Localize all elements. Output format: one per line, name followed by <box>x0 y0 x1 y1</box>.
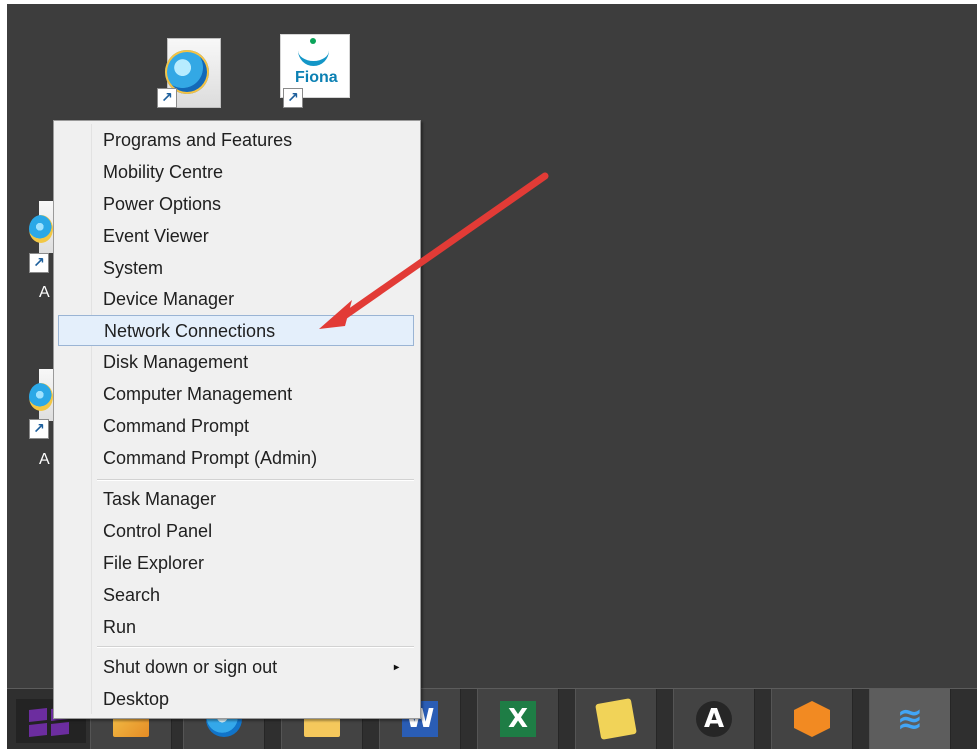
taskbar-wifi-button[interactable]: ≋ <box>869 689 951 749</box>
menu-item-system[interactable]: System <box>58 253 414 284</box>
menu-item-computer-management[interactable]: Computer Management <box>58 379 414 410</box>
menu-item-label: Disk Management <box>103 352 249 372</box>
menu-item-label: Run <box>103 617 137 637</box>
sticky-notes-icon <box>595 698 637 740</box>
cube-icon <box>794 701 830 737</box>
taskbar-sticky-notes-button[interactable] <box>575 689 657 749</box>
menu-item-network-connections[interactable]: Network Connections <box>58 315 414 346</box>
menu-item-label: Power Options <box>103 194 222 214</box>
menu-item-desktop[interactable]: Desktop <box>58 684 414 715</box>
menu-separator <box>97 479 414 481</box>
partial-shortcut-label-1: A <box>39 284 50 301</box>
menu-item-label: Network Connections <box>104 321 276 341</box>
menu-item-label: File Explorer <box>103 553 205 573</box>
menu-item-label: Shut down or sign out <box>103 657 278 677</box>
partial-internet-explorer-icon <box>29 383 53 411</box>
menu-item-label: Command Prompt (Admin) <box>103 448 318 468</box>
menu-item-label: Event Viewer <box>103 226 209 246</box>
menu-item-command-prompt[interactable]: Command Prompt <box>58 411 414 442</box>
menu-item-control-panel[interactable]: Control Panel <box>58 516 414 547</box>
excel-icon: X <box>500 701 536 737</box>
shortcut-arrow-icon: ↗ <box>283 88 303 108</box>
fiona-label: Fiona <box>295 69 338 86</box>
shortcut-arrow-icon: ↗ <box>29 419 49 439</box>
menu-item-label: Task Manager <box>103 489 217 509</box>
menu-item-search[interactable]: Search <box>58 580 414 611</box>
menu-item-label: Mobility Centre <box>103 162 224 182</box>
menu-item-label: Command Prompt <box>103 416 250 436</box>
menu-item-programs-and-features[interactable]: Programs and Features <box>58 125 414 156</box>
partial-shortcut-label-2: A <box>39 451 50 468</box>
taskbar-anchor-app-button[interactable]: A <box>673 689 755 749</box>
menu-item-label: Search <box>103 585 161 605</box>
internet-explorer-shortcut[interactable]: ↗ <box>147 34 229 120</box>
partial-internet-explorer-icon <box>29 215 53 243</box>
menu-item-label: Computer Management <box>103 384 293 404</box>
taskbar-excel-button[interactable]: X <box>477 689 559 749</box>
menu-item-label: System <box>103 258 164 278</box>
shortcut-arrow-icon: ↗ <box>29 253 49 273</box>
windows-power-user-menu[interactable]: Programs and Features Mobility Centre Po… <box>53 120 421 719</box>
menu-item-shut-down-or-sign-out[interactable]: Shut down or sign out ▸ <box>58 652 414 683</box>
submenu-chevron-right-icon: ▸ <box>393 662 399 673</box>
menu-item-label: Programs and Features <box>103 130 293 150</box>
menu-item-mobility-centre[interactable]: Mobility Centre <box>58 157 414 188</box>
taskbar-cube-app-button[interactable] <box>771 689 853 749</box>
anchor-icon: A <box>696 701 732 737</box>
screenshot: ↗ Fiona ↗ ↗ A ↗ A Programs and Features … <box>0 0 977 749</box>
menu-item-run[interactable]: Run <box>58 612 414 643</box>
menu-item-power-options[interactable]: Power Options <box>58 189 414 220</box>
menu-item-device-manager[interactable]: Device Manager <box>58 284 414 315</box>
menu-separator <box>97 646 414 648</box>
fiona-shortcut[interactable]: Fiona ↗ <box>265 34 350 120</box>
menu-item-file-explorer[interactable]: File Explorer <box>58 548 414 579</box>
menu-item-command-prompt-admin[interactable]: Command Prompt (Admin) <box>58 443 414 474</box>
menu-item-task-manager[interactable]: Task Manager <box>58 484 414 515</box>
shortcut-arrow-icon: ↗ <box>157 88 177 108</box>
wifi-icon: ≋ <box>897 701 923 737</box>
menu-item-disk-management[interactable]: Disk Management <box>58 347 414 378</box>
menu-item-label: Control Panel <box>103 521 213 541</box>
menu-item-event-viewer[interactable]: Event Viewer <box>58 221 414 252</box>
menu-item-label: Device Manager <box>103 289 235 309</box>
menu-item-label: Desktop <box>103 689 170 709</box>
